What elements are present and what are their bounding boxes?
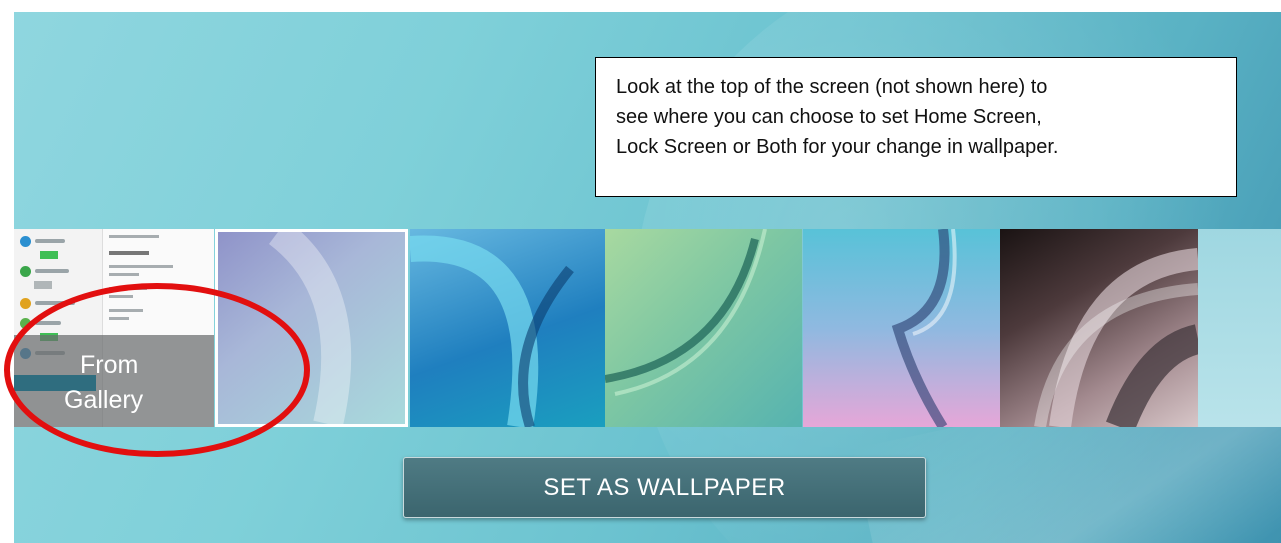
wallpaper-thumbnail[interactable] [803,229,1000,427]
callout-line-2: see where you can choose to set Home Scr… [616,106,1042,128]
wallpaper-thumbnail[interactable] [1000,229,1198,427]
wallpaper-thumbnail[interactable] [605,229,802,427]
callout-line-3: Lock Screen or Both for your change in w… [616,136,1059,158]
wallpaper-swoosh-graphic [1034,248,1198,427]
highlight-circle-annotation [4,283,310,457]
wallpaper-thumbnail[interactable] [1198,229,1281,427]
wallpaper-swoosh-graphic [891,229,957,427]
wallpaper-swoosh-graphic [410,235,574,427]
wallpaper-thumbnail[interactable] [410,229,605,427]
callout-line-1: Look at the top of the screen (not shown… [616,76,1048,98]
wallpaper-swoosh-graphic [605,229,767,396]
instruction-callout: Look at the top of the screen (not shown… [595,57,1237,197]
set-as-wallpaper-button[interactable]: SET AS WALLPAPER [403,457,926,518]
